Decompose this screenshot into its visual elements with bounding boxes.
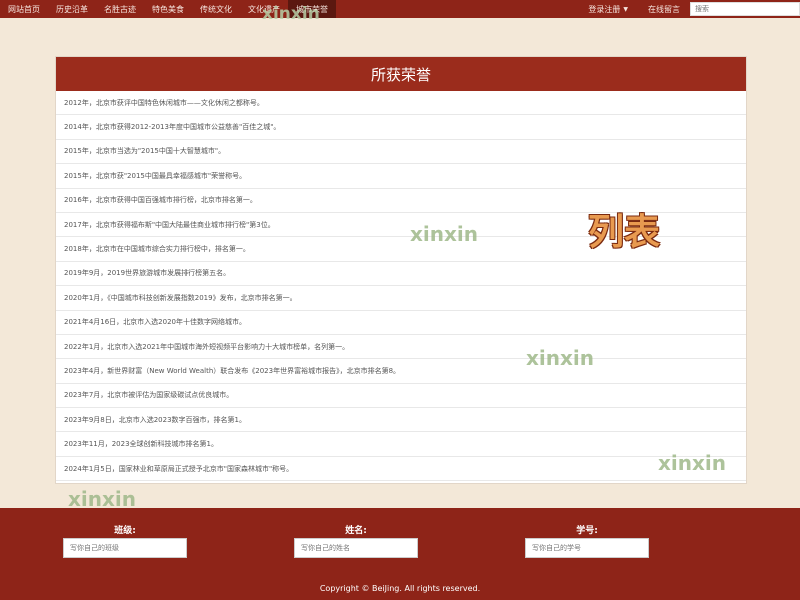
nav-item-home[interactable]: 网站首页 bbox=[0, 0, 48, 18]
nav-item-culture[interactable]: 传统文化 bbox=[192, 0, 240, 18]
nav-right: 登录注册 ▼ 在线留言 bbox=[578, 0, 800, 18]
student-id-input[interactable] bbox=[525, 538, 649, 558]
watermark-text: xinxin bbox=[526, 346, 594, 370]
list-item: 2015年，北京市获"2015中国最具幸福感城市"荣誉称号。 bbox=[56, 164, 746, 189]
list-item: 2023年7月，北京市被评估为国家级碳试点优良城市。 bbox=[56, 384, 746, 409]
nav-item-history[interactable]: 历史沿革 bbox=[48, 0, 96, 18]
login-register-label: 登录注册 bbox=[588, 4, 621, 14]
name-label: 姓名: bbox=[345, 526, 367, 536]
student-id-field-group: 学号: bbox=[525, 524, 649, 558]
login-register-dropdown[interactable]: 登录注册 ▼ bbox=[578, 0, 638, 18]
list-item: 2020年1月，《中国城市科技创新发展指数2019》发布，北京市排名第一。 bbox=[56, 286, 746, 311]
watermark-text: xinxin bbox=[262, 4, 320, 24]
list-item: 2023年11月，2023全球创新科技城市排名第1。 bbox=[56, 432, 746, 457]
top-navbar: 网站首页 历史沿革 名胜古迹 特色美食 传统文化 文化遗产 城市荣誉 登录注册 … bbox=[0, 0, 800, 18]
student-id-label: 学号: bbox=[576, 526, 598, 536]
list-item: 2014年，北京市获得2012-2013年度中国城市公益慈善"百佳之城"。 bbox=[56, 115, 746, 140]
list-item: 2019年9月，2019世界旅游城市发展排行榜第五名。 bbox=[56, 262, 746, 287]
list-watermark-label: 列表 bbox=[588, 212, 661, 253]
nav-item-food[interactable]: 特色美食 bbox=[144, 0, 192, 18]
class-input[interactable] bbox=[63, 538, 187, 558]
list-item: 2022年1月，北京市入选2021年中国城市海外短视频平台影响力十大城市榜单，名… bbox=[56, 335, 746, 360]
search-input[interactable] bbox=[690, 2, 800, 16]
caret-down-icon: ▼ bbox=[623, 5, 628, 13]
name-field-group: 姓名: bbox=[294, 524, 418, 558]
list-item: 2015年，北京市当选为"2015中国十大智慧城市"。 bbox=[56, 140, 746, 165]
copyright-text: Copyright © BeiJing. All rights reserved… bbox=[319, 584, 481, 593]
list-item: 2024年1月5日，国家林业和草原局正式授予北京市"国家森林城市"称号。 bbox=[56, 457, 746, 482]
list-item: 2021年4月16日，北京市入选2020年十佳数字网络城市。 bbox=[56, 311, 746, 335]
list-item: 2012年，北京市获评中国特色休闲城市——文化休闲之都称号。 bbox=[56, 91, 746, 116]
class-field-group: 班级: bbox=[63, 524, 187, 558]
list-item: 2023年9月8日，北京市入选2023数字百强市，排名第1。 bbox=[56, 408, 746, 433]
watermark-text: xinxin bbox=[410, 222, 478, 246]
list-item: 2023年4月，新世界财富（New World Wealth）联合发布《2023… bbox=[56, 359, 746, 384]
name-input[interactable] bbox=[294, 538, 418, 558]
honors-panel: 所获荣誉 2012年，北京市获评中国特色休闲城市——文化休闲之都称号。 2014… bbox=[55, 56, 747, 484]
online-message-link[interactable]: 在线留言 bbox=[638, 0, 690, 18]
footer: 班级: 姓名: 学号: Copyright © BeiJing. All rig… bbox=[0, 508, 800, 600]
watermark-text: xinxin bbox=[658, 451, 726, 475]
class-label: 班级: bbox=[114, 526, 136, 536]
panel-title: 所获荣誉 bbox=[56, 57, 746, 91]
honor-list: 2012年，北京市获评中国特色休闲城市——文化休闲之都称号。 2014年，北京市… bbox=[56, 91, 746, 482]
nav-item-scenic[interactable]: 名胜古迹 bbox=[96, 0, 144, 18]
